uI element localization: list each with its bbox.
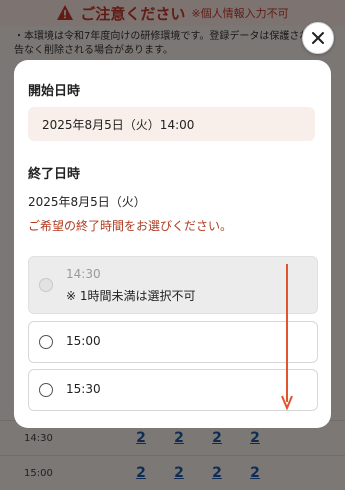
radio-button [39,278,53,292]
end-time-option-1500[interactable]: 15:00 [28,321,318,363]
close-icon [312,32,324,44]
start-datetime-box: 2025年8月5日（火）14:00 [28,107,315,141]
end-time-option-1530[interactable]: 15:30 [28,369,318,411]
scroll-down-arrow-icon [281,264,293,411]
close-button[interactable] [302,22,334,54]
radio-button[interactable] [39,383,53,397]
end-time-option-1430: 14:30 ※ 1時間未満は選択不可 [28,256,318,314]
start-datetime-value: 2025年8月5日（火）14:00 [42,117,195,132]
option-note: ※ 1時間未満は選択不可 [66,289,196,303]
start-datetime-label: 開始日時 [28,84,81,99]
option-time: 15:00 [66,334,101,348]
option-time: 14:30 [66,267,101,281]
end-date-value: 2025年8月5日（火） [28,195,146,209]
radio-button[interactable] [39,335,53,349]
end-time-prompt: ご希望の終了時間をお選びください。 [28,219,233,233]
end-datetime-label: 終了日時 [28,167,81,182]
option-time: 15:30 [66,382,101,396]
